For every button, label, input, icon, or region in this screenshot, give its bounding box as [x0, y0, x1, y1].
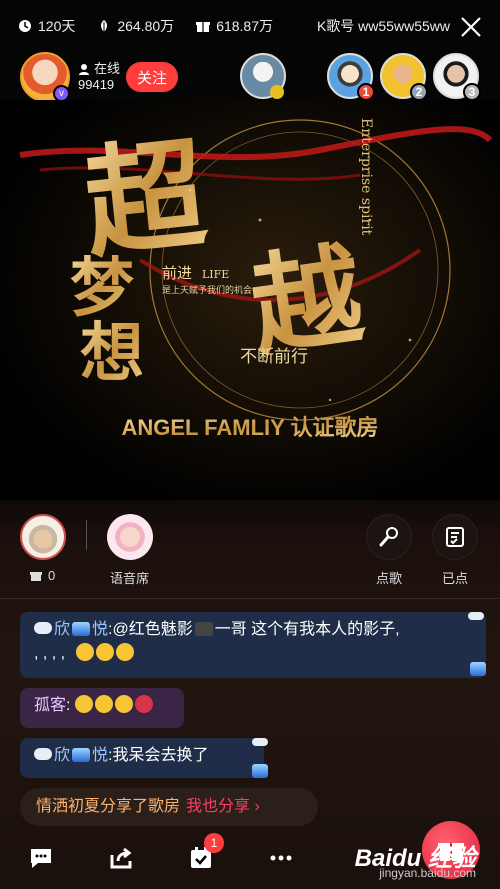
more-button[interactable]: [266, 843, 296, 873]
popularity-value: 264.80万: [117, 18, 175, 34]
microphone-icon: [379, 527, 398, 547]
share-icon: [110, 847, 132, 869]
close-icon[interactable]: [460, 16, 482, 38]
gift-count: 0: [48, 568, 56, 583]
days-stat: 120天: [18, 16, 75, 36]
banner-forward: 不断前行: [240, 347, 308, 367]
bubble-corner-icon: [470, 662, 486, 676]
crown-icon: [270, 85, 284, 99]
chat-message-2[interactable]: 孤客:: [20, 688, 184, 728]
request-song-label: 点歌: [376, 571, 403, 586]
dizzy-emoji-icon: [94, 695, 113, 713]
room-stats-bar: 120天 264.80万 618.87万 K歌号 ww55ww55ww: [18, 14, 450, 38]
task-button[interactable]: 1: [186, 833, 224, 873]
ordered-button[interactable]: [432, 514, 478, 560]
voice-seat-label: 语音席: [110, 571, 150, 586]
bottom-toolbar: 1 Baidu 经验 jingyan.baidu.com: [0, 821, 500, 889]
banner-life: LIFE: [202, 268, 229, 281]
chat-name-2: 孤客: [34, 697, 67, 714]
chat-name-1: 欣: [54, 621, 71, 638]
cloud-icon: [34, 748, 52, 760]
seats-row: 0 语音席 点歌 已点: [0, 512, 500, 592]
banner-side-1: 梦: [70, 251, 134, 326]
chat-text-1: :@红色魅影: [108, 621, 193, 638]
checklist-icon: [446, 527, 464, 547]
bubble-corner-icon: [252, 764, 268, 778]
gift-value: 618.87万: [216, 18, 274, 34]
chat-name-1b: 悦: [92, 621, 109, 638]
seat-avatar-singer[interactable]: [20, 514, 66, 560]
follow-button[interactable]: 关注: [126, 62, 179, 92]
days-value: 120天: [38, 18, 76, 34]
online-label: 在线: [94, 61, 121, 76]
share-also-link[interactable]: 我也分享 ›: [186, 798, 260, 815]
bubble-corner-icon: [468, 612, 484, 620]
seat-divider: [86, 520, 87, 550]
host-panel: v 在线 99419 关注: [20, 52, 179, 102]
rank-badge-3: 3: [463, 83, 481, 101]
room-banner: 超 越 梦 想 Enterprise spirit 前进 LIFE 是上天赋予我…: [0, 100, 500, 500]
rank-badge-1: 1: [357, 83, 375, 101]
chat-name-3: 欣: [54, 747, 71, 764]
comment-button[interactable]: [26, 843, 56, 873]
gift-stat: 618.87万: [196, 16, 273, 36]
wave-icon: [72, 748, 91, 762]
seat-avatar-voice[interactable]: [107, 514, 153, 560]
banner-side-2: 想: [80, 316, 144, 391]
popularity-stat: 264.80万: [97, 16, 174, 36]
room-id-text: K歌号 ww55ww55ww: [316, 18, 450, 34]
clock-icon: [19, 20, 31, 32]
wave-icon: [72, 622, 91, 636]
chat-text-3: :我呆会去换了: [108, 747, 209, 764]
watermark: Baidu 经验 jingyan.baidu.com: [354, 845, 476, 881]
chat-bubble-icon: [31, 849, 51, 868]
share-notice: 情洒初夏分享了歌房 我也分享 ›: [20, 788, 318, 826]
watermark-brand: Baidu 经验: [354, 845, 476, 872]
chat-text-1c: , , , ,: [34, 645, 66, 662]
share-button[interactable]: [106, 843, 136, 873]
gift-icon: [196, 22, 211, 32]
mic-emoji-icon: [194, 622, 213, 636]
user-icon: [79, 64, 89, 75]
online-count: 99419: [78, 77, 115, 92]
laugh-emoji-icon: [115, 643, 134, 661]
banner-tagline: 是上天赋予我们的机会: [162, 284, 252, 296]
chat-message-3[interactable]: 欣 悦:我呆会去换了: [20, 738, 268, 778]
dizzy-emoji-icon: [74, 695, 93, 713]
host-avatar[interactable]: v: [20, 52, 70, 102]
leaf-icon: [101, 20, 108, 32]
laugh-emoji-icon: [95, 643, 114, 661]
chat-text-1b: 一哥 这个有我本人的影子,: [214, 621, 400, 638]
room-id: K歌号 ww55ww55ww: [317, 16, 450, 36]
ordered-label: 已点: [442, 571, 469, 586]
cloud-icon: [34, 622, 52, 634]
ranking-avatar-3[interactable]: 3: [433, 53, 481, 101]
ranking-avatar-top[interactable]: [240, 53, 286, 99]
dizzy-emoji-icon: [114, 695, 133, 713]
gift-small-icon: [30, 572, 42, 581]
ranking-avatar-2[interactable]: 2: [380, 53, 428, 101]
share-text: 情洒初夏分享了歌房: [36, 798, 181, 815]
host-info: 在线 99419: [78, 61, 120, 93]
chat-message-1[interactable]: 欣 悦:@红色魅影 一哥 这个有我本人的影子, , , , ,: [20, 612, 486, 678]
chat-list: 欣悦:@红色魅影 一哥 这个有我本人的影子, , , , , 孤客: 欣悦:我呆会…: [20, 612, 488, 826]
live-room-screen: 120天 264.80万 618.87万 K歌号 ww55ww55ww v 在线…: [0, 0, 500, 889]
request-song-button[interactable]: [366, 514, 412, 560]
rose-emoji-icon: [134, 695, 153, 713]
banner-progress: 前进: [162, 264, 192, 282]
rank-badge-2: 2: [410, 83, 428, 101]
banner-caption: ANGEL FAMLIY 认证歌房: [121, 415, 378, 440]
laugh-emoji-icon: [75, 643, 94, 661]
section-divider: [0, 598, 500, 599]
task-badge: 1: [204, 833, 224, 853]
chat-name-3b: 悦: [92, 747, 109, 764]
more-dots-icon: [270, 855, 292, 861]
bubble-corner-icon: [252, 738, 268, 746]
banner-english: Enterprise spirit: [358, 118, 374, 236]
ranking-avatar-1[interactable]: 1: [327, 53, 375, 101]
chat-text-2: :: [66, 697, 71, 714]
